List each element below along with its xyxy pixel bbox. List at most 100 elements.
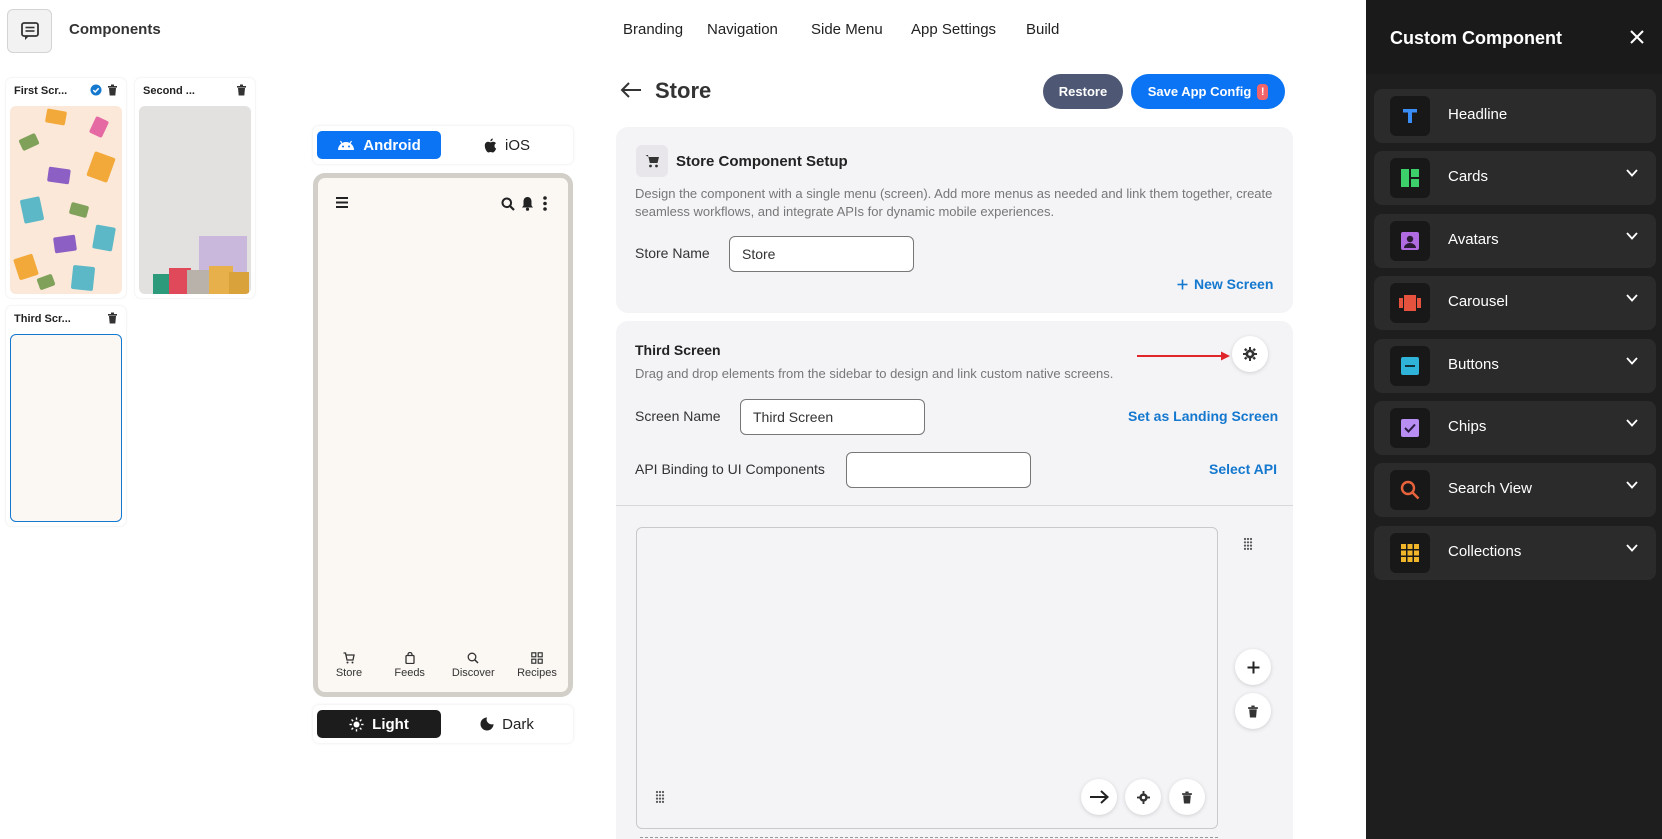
sidebar-item-buttons[interactable]: Buttons — [1374, 339, 1656, 393]
drag-handle-icon[interactable] — [1242, 537, 1254, 551]
thumbnail-shopping-pattern-image — [10, 106, 122, 294]
screen-settings-button[interactable] — [1232, 336, 1268, 372]
store-name-input[interactable]: Store — [729, 236, 914, 272]
components-menu-button[interactable] — [7, 9, 52, 53]
android-label: Android — [363, 136, 421, 154]
new-screen-label: New Screen — [1194, 276, 1274, 292]
sidebar-item-label: Avatars — [1448, 231, 1499, 248]
apple-icon — [484, 138, 497, 152]
android-tab[interactable]: Android — [317, 131, 441, 159]
hamburger-icon[interactable] — [336, 197, 348, 208]
element-settings-button[interactable] — [1125, 779, 1161, 815]
sidebar-item-chips[interactable]: Chips — [1374, 401, 1656, 455]
sidebar-item-search-view[interactable]: Search View — [1374, 463, 1656, 517]
set-landing-screen-link[interactable]: Set as Landing Screen — [1128, 408, 1278, 424]
chevron-down-icon — [1626, 419, 1638, 427]
bottom-nav-discover[interactable]: Discover — [445, 652, 501, 679]
bottom-nav-label: Store — [335, 667, 363, 679]
sidebar-item-avatars[interactable]: Avatars — [1374, 214, 1656, 268]
theme-toggle: Light Dark — [313, 705, 573, 743]
sidebar-item-carousel[interactable]: Carousel — [1374, 276, 1656, 330]
delete-section-button[interactable] — [1235, 693, 1271, 729]
sidebar-item-label: Cards — [1448, 168, 1489, 185]
chips-icon — [1390, 408, 1430, 448]
new-screen-link[interactable]: New Screen — [1177, 276, 1273, 292]
ios-tab[interactable]: iOS — [445, 131, 569, 159]
drag-handle-icon[interactable] — [655, 790, 665, 804]
screen-config-panel: Third Screen Drag and drop elements from… — [616, 321, 1293, 839]
nav-navigation[interactable]: Navigation — [707, 21, 778, 38]
chevron-down-icon — [1626, 232, 1638, 240]
restore-button[interactable]: Restore — [1043, 74, 1123, 109]
divider — [616, 505, 1293, 506]
moon-icon — [480, 717, 494, 731]
chat-list-icon — [20, 22, 39, 40]
headline-icon — [1390, 96, 1430, 136]
red-arrow-annotation — [1137, 351, 1230, 361]
nav-app-settings[interactable]: App Settings — [911, 21, 996, 38]
delete-icon[interactable] — [236, 84, 247, 96]
save-app-config-button[interactable]: Save App Config ! — [1131, 74, 1285, 109]
platform-toggle: Android iOS — [313, 126, 573, 164]
plus-icon — [1177, 279, 1188, 289]
bag-icon — [405, 651, 415, 665]
chevron-down-icon — [1626, 357, 1638, 365]
screen-thumbnail-second[interactable]: Second ... — [135, 78, 255, 298]
bell-icon[interactable] — [521, 196, 534, 211]
light-theme-tab[interactable]: Light — [317, 710, 441, 738]
save-label: Save App Config — [1147, 84, 1252, 99]
close-icon[interactable] — [1630, 30, 1644, 44]
screen-title: Third Screen — [635, 342, 721, 358]
ios-label: iOS — [504, 136, 530, 154]
back-arrow-icon[interactable] — [620, 82, 642, 98]
light-label: Light — [372, 715, 409, 733]
link-arrow-button[interactable] — [1081, 779, 1117, 815]
store-name-label: Store Name — [635, 245, 710, 261]
bottom-nav-feeds[interactable]: Feeds — [385, 651, 435, 679]
dark-theme-tab[interactable]: Dark — [445, 710, 569, 738]
sidebar-item-cards[interactable]: Cards — [1374, 151, 1656, 205]
thumbnail-shopping-bags-image — [139, 106, 251, 294]
phone-bottom-nav: Store Feeds Discover Recipes — [318, 651, 568, 679]
thumbnail-blank-image — [10, 334, 122, 522]
zoom-search-icon — [467, 652, 479, 664]
delete-icon[interactable] — [107, 312, 118, 324]
page-title: Store — [655, 78, 712, 103]
cards-icon — [1390, 158, 1430, 198]
screen-thumbnail-third[interactable]: Third Scr... — [6, 306, 126, 526]
drop-zone-divider — [640, 837, 1218, 838]
more-vertical-icon[interactable] — [543, 196, 547, 211]
api-binding-input[interactable] — [846, 452, 1031, 488]
select-api-link[interactable]: Select API — [1209, 461, 1277, 477]
delete-icon[interactable] — [107, 84, 118, 96]
avatars-icon — [1390, 221, 1430, 261]
sidebar-item-collections[interactable]: Collections — [1374, 526, 1656, 580]
grid-icon — [531, 652, 543, 664]
bottom-nav-label: Recipes — [517, 667, 557, 679]
nav-side-menu[interactable]: Side Menu — [811, 21, 883, 38]
sidebar-item-label: Search View — [1448, 480, 1532, 497]
screen-design-canvas[interactable] — [636, 527, 1218, 829]
element-delete-button[interactable] — [1169, 779, 1205, 815]
bottom-nav-label: Discover — [451, 667, 495, 679]
screen-name-input[interactable]: Third Screen — [740, 399, 925, 435]
add-element-button[interactable] — [1235, 649, 1271, 685]
screen-name-label: Screen Name — [635, 408, 721, 424]
store-setup-panel: Store Component Setup Design the compone… — [616, 127, 1293, 313]
bottom-nav-store[interactable]: Store — [324, 652, 374, 679]
plus-icon — [1247, 661, 1259, 673]
sidebar-item-label: Chips — [1448, 418, 1487, 435]
cart-icon-box — [636, 145, 668, 177]
screen-thumbnail-first[interactable]: First Scr... — [6, 78, 126, 298]
bottom-nav-recipes[interactable]: Recipes — [512, 652, 562, 679]
search-icon[interactable] — [501, 197, 515, 211]
nav-build[interactable]: Build — [1026, 21, 1059, 38]
chevron-down-icon — [1626, 294, 1638, 302]
android-icon — [338, 140, 355, 150]
chevron-down-icon — [1626, 169, 1638, 177]
selected-check-icon — [90, 84, 102, 96]
bottom-nav-label: Feeds — [394, 667, 425, 679]
sidebar-item-headline[interactable]: Headline — [1374, 89, 1656, 143]
collections-icon — [1390, 533, 1430, 573]
nav-branding[interactable]: Branding — [623, 21, 683, 38]
